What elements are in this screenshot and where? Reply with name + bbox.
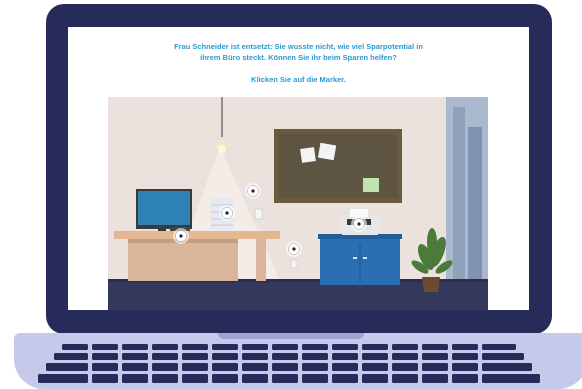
key xyxy=(92,344,118,350)
note-1 xyxy=(300,147,316,163)
key xyxy=(152,363,178,371)
wall-socket xyxy=(290,259,298,269)
key xyxy=(302,363,328,371)
key xyxy=(122,363,148,371)
wall-switch xyxy=(254,208,263,220)
key xyxy=(242,363,268,371)
key xyxy=(422,363,448,371)
key xyxy=(392,374,418,383)
key xyxy=(182,363,208,371)
click-markers-hint: Klicken Sie auf die Marker. xyxy=(251,75,346,84)
intro-line-2: ihrem Büro steckt. Können Sie ihr beim S… xyxy=(200,53,397,62)
key xyxy=(212,344,238,350)
key xyxy=(422,374,448,383)
key xyxy=(332,353,358,360)
key xyxy=(122,344,148,350)
key xyxy=(362,374,388,383)
note-2 xyxy=(317,142,337,161)
key xyxy=(272,344,298,350)
key xyxy=(54,353,88,360)
key xyxy=(272,353,298,360)
intro-line-1: Frau Schneider ist entsetzt: Sie wusste … xyxy=(174,42,423,51)
key xyxy=(392,353,418,360)
marker-lamp[interactable] xyxy=(245,183,261,199)
key xyxy=(332,374,358,383)
key xyxy=(482,374,540,383)
marker-printer[interactable] xyxy=(351,216,367,232)
key xyxy=(392,344,418,350)
office-scene xyxy=(108,97,488,310)
desk-top xyxy=(114,231,280,239)
key xyxy=(182,353,208,360)
key xyxy=(422,344,448,350)
key xyxy=(152,374,178,383)
plant-pot xyxy=(422,277,440,292)
key xyxy=(452,353,478,360)
key xyxy=(212,374,238,383)
key xyxy=(362,344,388,350)
key xyxy=(332,363,358,371)
key xyxy=(182,374,208,383)
key xyxy=(242,374,268,383)
marker-paper-stack[interactable] xyxy=(219,205,235,221)
key xyxy=(302,374,328,383)
key xyxy=(38,374,88,383)
key xyxy=(92,353,118,360)
key xyxy=(46,363,88,371)
marker-socket[interactable] xyxy=(286,241,302,257)
key xyxy=(482,353,524,360)
key xyxy=(92,374,118,383)
key xyxy=(152,353,178,360)
key xyxy=(362,363,388,371)
key xyxy=(302,353,328,360)
key xyxy=(182,344,208,350)
key xyxy=(332,344,358,350)
key xyxy=(92,363,118,371)
laptop-hinge xyxy=(218,333,364,339)
key xyxy=(212,363,238,371)
key xyxy=(152,344,178,350)
key xyxy=(452,374,478,383)
note-3 xyxy=(363,178,379,192)
marker-monitor[interactable] xyxy=(173,228,189,244)
key xyxy=(212,353,238,360)
key xyxy=(122,353,148,360)
desk-body xyxy=(128,239,238,281)
key xyxy=(242,353,268,360)
key xyxy=(272,374,298,383)
key xyxy=(482,363,532,371)
key xyxy=(392,363,418,371)
key xyxy=(302,344,328,350)
key xyxy=(272,363,298,371)
key xyxy=(62,344,88,350)
key xyxy=(242,344,268,350)
key xyxy=(482,344,516,350)
key xyxy=(422,353,448,360)
key xyxy=(362,353,388,360)
app-screen: Frau Schneider ist entsetzt: Sie wusste … xyxy=(68,27,529,310)
key xyxy=(452,363,478,371)
intro-text: Frau Schneider ist entsetzt: Sie wusste … xyxy=(68,41,529,63)
key xyxy=(452,344,478,350)
key xyxy=(122,374,148,383)
